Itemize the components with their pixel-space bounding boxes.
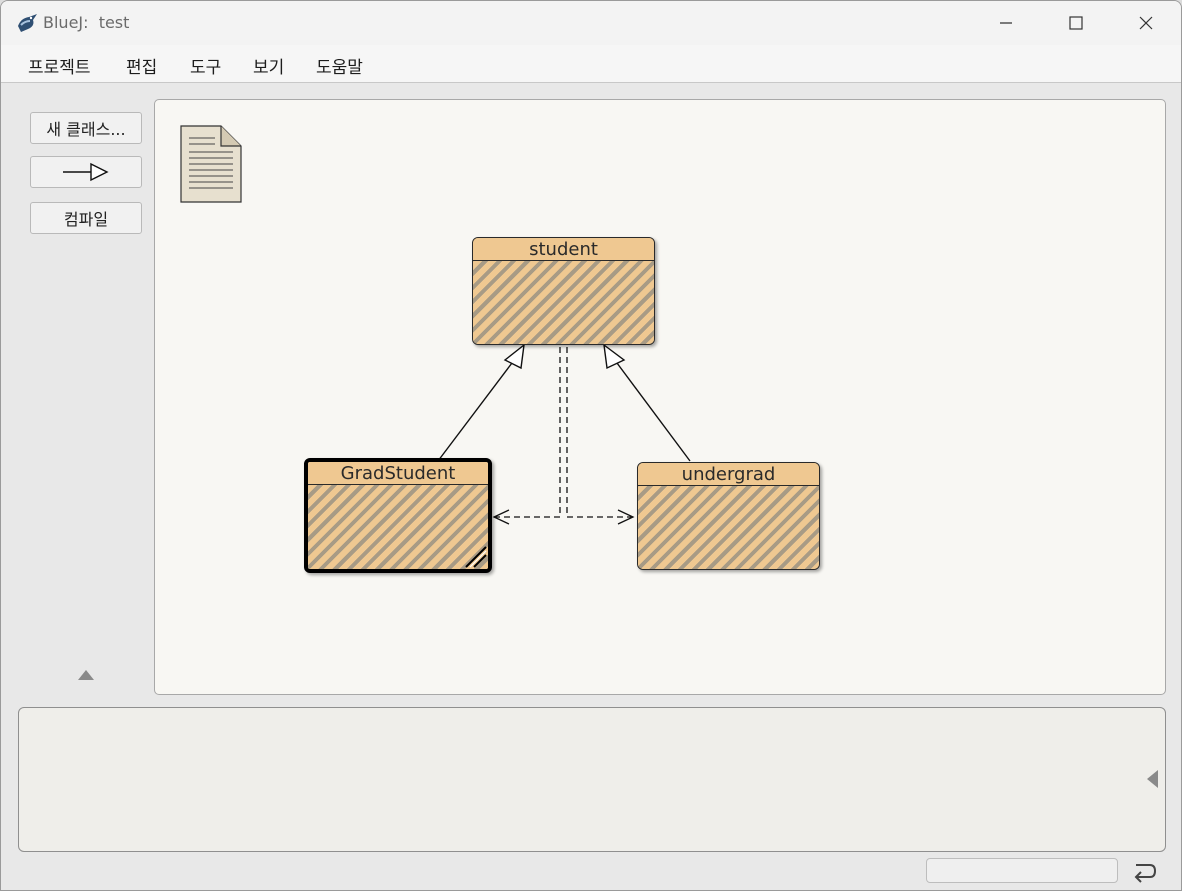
maximize-icon [1069, 16, 1083, 30]
maximize-button[interactable] [1041, 1, 1111, 45]
window-title: BlueJ: test [43, 13, 130, 32]
new-inheritance-button[interactable] [30, 156, 142, 188]
title-bar: BlueJ: test [1, 1, 1181, 45]
inheritance-line-gradstudent [437, 358, 516, 462]
close-icon [1139, 16, 1153, 30]
inheritance-arrowhead-gradstudent [503, 343, 525, 370]
class-student[interactable]: student [472, 237, 655, 345]
return-arrow-icon[interactable] [1130, 859, 1158, 883]
new-class-button[interactable]: 새 클래스... [30, 112, 142, 144]
menu-view[interactable]: 보기 [253, 53, 284, 78]
bluej-bird-icon [18, 14, 37, 32]
class-gradstudent[interactable]: GradStudent [304, 458, 492, 573]
status-field [926, 858, 1118, 883]
arrow-icon [63, 162, 109, 182]
uses-line-undergrad [566, 347, 633, 518]
menu-project[interactable]: 프로젝트 [28, 53, 91, 78]
class-undergrad[interactable]: undergrad [637, 462, 820, 570]
uses-line-gradstudent [494, 347, 561, 518]
terminal-panel[interactable] [18, 707, 1166, 852]
class-uncompiled-hatch [308, 485, 488, 569]
class-uncompiled-hatch [473, 261, 654, 344]
compile-button[interactable]: 컴파일 [30, 202, 142, 234]
class-name-undergrad: undergrad [638, 463, 819, 486]
triangle-up-icon[interactable] [77, 669, 95, 681]
menu-edit[interactable]: 편집 [126, 53, 157, 78]
class-name-student: student [473, 238, 654, 261]
minimize-icon [1000, 22, 1012, 24]
menu-tools[interactable]: 도구 [190, 53, 221, 78]
inheritance-arrowhead-undergrad [603, 343, 626, 370]
menu-bar: 프로젝트 편집 도구 보기 도움말 [1, 45, 1181, 83]
inheritance-line-undergrad [613, 358, 691, 462]
class-diagram-canvas[interactable]: student GradStudent undergrad [154, 99, 1166, 695]
compile-label: 컴파일 [63, 210, 109, 229]
new-class-label: 새 클래스... [46, 120, 126, 139]
minimize-button[interactable] [971, 1, 1041, 45]
resize-handle-icon[interactable] [462, 543, 488, 569]
menu-help[interactable]: 도움말 [316, 53, 363, 78]
triangle-left-icon[interactable] [1145, 769, 1159, 789]
close-button[interactable] [1111, 1, 1181, 45]
class-name-gradstudent: GradStudent [308, 462, 488, 485]
class-uncompiled-hatch [638, 486, 819, 569]
relations-layer [437, 343, 691, 525]
bluej-window: BlueJ: test 프로젝트 편집 도구 보기 도움말 새 클래스... 컴… [0, 0, 1182, 891]
